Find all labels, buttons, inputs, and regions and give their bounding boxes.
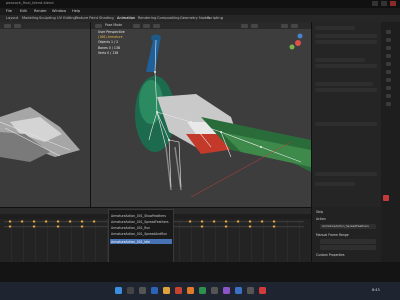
main-3d-viewport[interactable]: Pose Mode User Perspective (166) Armatur… (91, 22, 311, 207)
tool-icon[interactable] (386, 30, 391, 34)
peacock-model[interactable] (91, 22, 311, 207)
menu-help[interactable]: Help (72, 9, 80, 14)
sidebar-row[interactable] (315, 64, 377, 68)
window-titlebar: peacock_final_blend.blend (0, 0, 400, 8)
active-property-icon[interactable] (383, 195, 389, 201)
constraint-icon[interactable] (386, 94, 391, 98)
menu-edit[interactable]: Edit (20, 9, 27, 14)
tab-geometry-nodes[interactable]: Geometry Nodes (180, 16, 210, 21)
menu-file[interactable]: File (6, 9, 12, 14)
workspace-tabs: Layout Modeling Sculpting UV Editing Tex… (0, 15, 400, 22)
physics-icon[interactable] (386, 86, 391, 90)
manual-frame-range-checkbox[interactable]: Manual Frame Range (316, 233, 349, 237)
nla-strip-panel: Strip Action ArmatureAction_SpreadFeathe… (311, 207, 381, 262)
action-item[interactable]: ArmatureAction_001_ShowFeathers (111, 214, 166, 218)
tab-uv-editing[interactable]: UV Editing (57, 16, 76, 21)
menu-render[interactable]: Render (34, 9, 47, 14)
peacock-tail-closeup (0, 107, 80, 162)
custom-properties-section[interactable]: Custom Properties (316, 253, 344, 257)
render-icon[interactable] (386, 38, 391, 42)
properties-tabs (381, 22, 400, 262)
section-action[interactable]: Action (316, 217, 326, 221)
action-item[interactable]: ArmatureAction_001_Run (111, 226, 150, 230)
edge-icon[interactable] (151, 287, 158, 294)
app-icon[interactable] (211, 287, 218, 294)
sidebar-row[interactable] (315, 58, 365, 62)
sidebar-row[interactable] (315, 122, 377, 126)
blender-icon[interactable] (187, 287, 194, 294)
sidebar-panel (311, 22, 381, 207)
output-icon[interactable] (386, 46, 391, 50)
data-icon[interactable] (386, 102, 391, 106)
close-icon[interactable] (390, 1, 396, 6)
file-explorer-icon[interactable] (163, 287, 170, 294)
object-icon[interactable] (386, 70, 391, 74)
app-icon[interactable] (223, 287, 230, 294)
tab-shading[interactable]: Shading (99, 16, 114, 21)
sidebar-row[interactable] (315, 82, 373, 86)
tab-scripting[interactable]: Scripting (207, 16, 223, 21)
window-title: peacock_final_blend.blend (6, 1, 54, 5)
task-view-icon[interactable] (139, 287, 146, 294)
sidebar-header[interactable] (315, 26, 355, 30)
sidebar-row[interactable] (315, 182, 355, 186)
world-icon[interactable] (386, 62, 391, 66)
action-field-text: ArmatureAction_SpreadFeathers (322, 224, 369, 228)
tab-modeling[interactable]: Modeling (22, 16, 38, 21)
scene-icon[interactable] (386, 54, 391, 58)
panel-tab-strip[interactable]: Strip (316, 210, 323, 214)
app-icon[interactable] (247, 287, 254, 294)
action-item[interactable]: ArmatureAction_001_SpreadFeathers (111, 220, 168, 224)
tab-compositing[interactable]: Compositing (157, 16, 180, 21)
sidebar-row[interactable] (315, 34, 377, 38)
start-icon[interactable] (115, 287, 122, 294)
app-icon[interactable] (259, 287, 266, 294)
sidebar-row[interactable] (315, 88, 377, 92)
action-item[interactable]: ArmatureAction_001_SpreadAndRun (111, 232, 167, 236)
menu-bar: File Edit Render Window Help (0, 8, 400, 15)
clock[interactable]: 8:43 (372, 288, 380, 292)
app-icon[interactable] (175, 287, 182, 294)
app-icon[interactable] (235, 287, 242, 294)
tab-texture-paint[interactable]: Texture Paint (75, 16, 98, 21)
sidebar-row[interactable] (315, 40, 377, 44)
frame-end-field[interactable] (320, 245, 376, 250)
tab-layout[interactable]: Layout (6, 16, 18, 21)
action-field[interactable]: ArmatureAction_SpreadFeathers (320, 224, 376, 229)
frame-start-field[interactable] (320, 239, 376, 244)
tab-rendering[interactable]: Rendering (138, 16, 156, 21)
tab-sculpting[interactable]: Sculpting (39, 16, 56, 21)
search-icon[interactable] (127, 287, 134, 294)
maximize-icon[interactable] (381, 1, 387, 6)
action-item-selected[interactable]: ArmatureAction_001_Idle (111, 240, 150, 244)
menu-window[interactable]: Window (52, 9, 66, 14)
sidebar-row[interactable] (315, 172, 377, 176)
status-bar (0, 262, 400, 282)
minimize-icon[interactable] (372, 1, 378, 6)
app-icon[interactable] (199, 287, 206, 294)
tab-animation[interactable]: Animation (117, 16, 135, 21)
modifier-icon[interactable] (386, 78, 391, 82)
camera-viewport[interactable] (0, 22, 91, 207)
